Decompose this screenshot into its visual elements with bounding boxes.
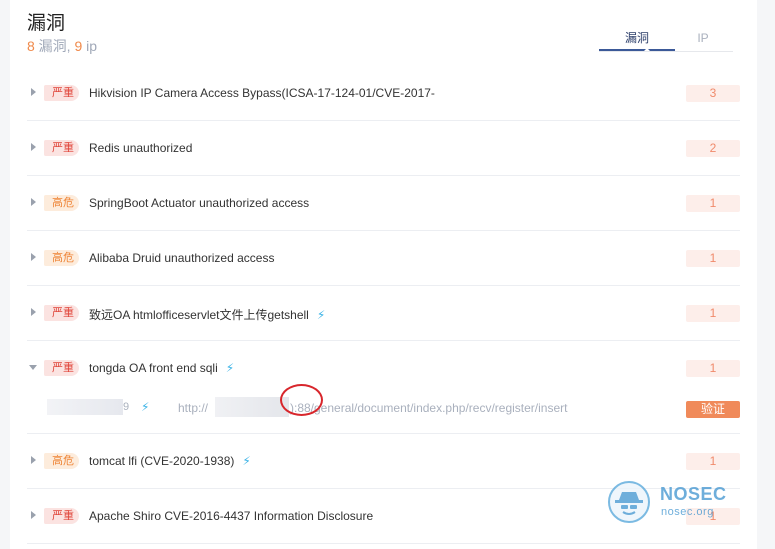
vulnerable-url-path[interactable]: ):88/general/document/index.php/recv/reg… — [290, 401, 567, 415]
severity-badge: 高危 — [44, 250, 79, 266]
expand-caret-icon[interactable] — [31, 456, 36, 464]
active-tab-caret — [644, 48, 650, 51]
left-page-edge — [0, 0, 10, 549]
vuln-row[interactable]: 严重 致远OA htmlofficeservlet文件上传getshell ⚡ 1 — [27, 286, 740, 341]
watermark-domain: nosec.org — [661, 506, 714, 518]
tab-ip[interactable]: IP — [675, 30, 731, 51]
vuln-row[interactable]: 高危 Alibaba Druid unauthorized access 1 — [27, 231, 740, 286]
right-page-edge — [757, 0, 775, 549]
view-tabs: 漏洞 IP — [599, 30, 733, 52]
vuln-count-badge: 3 — [686, 85, 740, 102]
severity-badge: 严重 — [44, 305, 79, 321]
lightning-bolt-icon: ⚡ — [225, 361, 235, 375]
affected-host-row: 9 ⚡ http:// ):88/general/document/index.… — [27, 384, 740, 421]
tab-vulnerabilities-label: 漏洞 — [624, 31, 649, 45]
vuln-name-text: tongda OA front end sqli — [89, 361, 218, 375]
lightning-bolt-icon: ⚡ — [316, 308, 326, 322]
severity-badge: 高危 — [44, 195, 79, 211]
vuln-name: 致远OA htmlofficeservlet文件上传getshell ⚡ — [89, 306, 325, 323]
expand-caret-icon[interactable] — [31, 88, 36, 96]
vuln-name: tomcat lfi (CVE-2020-1938) ⚡ — [89, 454, 251, 468]
lightning-bolt-icon: ⚡ — [242, 454, 251, 468]
tab-vulnerabilities[interactable]: 漏洞 — [599, 30, 675, 51]
vuln-row[interactable]: 严重 Redis unauthorized 2 — [27, 121, 740, 176]
severity-badge: 高危 — [44, 453, 79, 469]
severity-badge: 严重 — [44, 508, 79, 524]
vuln-name-text: Hikvision IP Camera Access Bypass(ICSA-1… — [89, 86, 435, 100]
vuln-count-badge: 2 — [686, 140, 740, 157]
watermark-brand: NOSEC — [660, 484, 727, 504]
vuln-row[interactable]: 严重 Hikvision IP Camera Access Bypass(ICS… — [27, 66, 740, 121]
expand-caret-icon[interactable] — [31, 511, 36, 519]
vuln-count-label: 漏洞, — [34, 38, 75, 54]
nosec-watermark: NOSEC nosec.org — [608, 481, 738, 527]
expand-caret-icon[interactable] — [31, 253, 36, 261]
vuln-name: SpringBoot Actuator unauthorized access — [89, 196, 309, 210]
vuln-name: Hikvision IP Camera Access Bypass(ICSA-1… — [89, 86, 435, 100]
vuln-row-expanded[interactable]: 严重 tongda OA front end sqli ⚡ 1 9 ⚡ http:… — [27, 341, 740, 434]
severity-badge: 严重 — [44, 140, 79, 156]
vuln-name-text: tomcat lfi (CVE-2020-1938) — [89, 454, 235, 468]
expand-caret-icon[interactable] — [31, 308, 36, 316]
vuln-count-badge: 1 — [686, 250, 740, 267]
severity-badge: 严重 — [44, 85, 79, 101]
spy-hat-logo-icon — [608, 481, 650, 523]
lightning-bolt-icon: ⚡ — [141, 400, 150, 414]
summary-counts: 8 漏洞, 9 ip — [27, 36, 97, 56]
tab-ip-label: IP — [697, 31, 709, 45]
vuln-name: Apache Shiro CVE-2016-4437 Information D… — [89, 509, 373, 523]
vuln-name: Redis unauthorized — [89, 141, 192, 155]
highlight-circle-annotation — [280, 384, 323, 416]
vulnerability-panel: 漏洞 8 漏洞, 9 ip 漏洞 IP 严重 Hikvision IP Came… — [0, 0, 775, 549]
verify-button[interactable]: 验证 — [686, 401, 740, 418]
expand-caret-icon[interactable] — [31, 198, 36, 206]
vuln-count: 8 — [27, 38, 35, 54]
vuln-name: Alibaba Druid unauthorized access — [89, 251, 274, 265]
severity-badge: 严重 — [44, 360, 79, 376]
vuln-name-text: 致远OA htmlofficeservlet文件上传getshell — [89, 308, 309, 322]
expand-caret-icon[interactable] — [31, 143, 36, 151]
redacted-url-host — [215, 397, 289, 417]
ip-count-label: ip — [82, 38, 98, 54]
vuln-name-text: Redis unauthorized — [89, 141, 193, 155]
vulnerability-list: 严重 Hikvision IP Camera Access Bypass(ICS… — [27, 66, 740, 544]
page-title: 漏洞 — [27, 12, 66, 34]
host-suffix: 9 — [123, 401, 130, 413]
vuln-name-text: Apache Shiro CVE-2016-4437 Information D… — [89, 509, 374, 523]
vuln-count-badge: 1 — [686, 305, 740, 322]
vuln-count-badge: 1 — [686, 360, 740, 377]
vuln-name-text: Alibaba Druid unauthorized access — [89, 251, 275, 265]
redacted-host — [47, 399, 123, 415]
collapse-caret-icon[interactable] — [29, 365, 37, 370]
vuln-row[interactable]: 高危 SpringBoot Actuator unauthorized acce… — [27, 176, 740, 231]
vuln-name-text: SpringBoot Actuator unauthorized access — [89, 196, 310, 210]
url-prefix: http:// — [178, 401, 209, 415]
vuln-count-badge: 1 — [686, 453, 740, 470]
vuln-name: tongda OA front end sqli ⚡ — [89, 361, 234, 375]
vuln-count-badge: 1 — [686, 195, 740, 212]
